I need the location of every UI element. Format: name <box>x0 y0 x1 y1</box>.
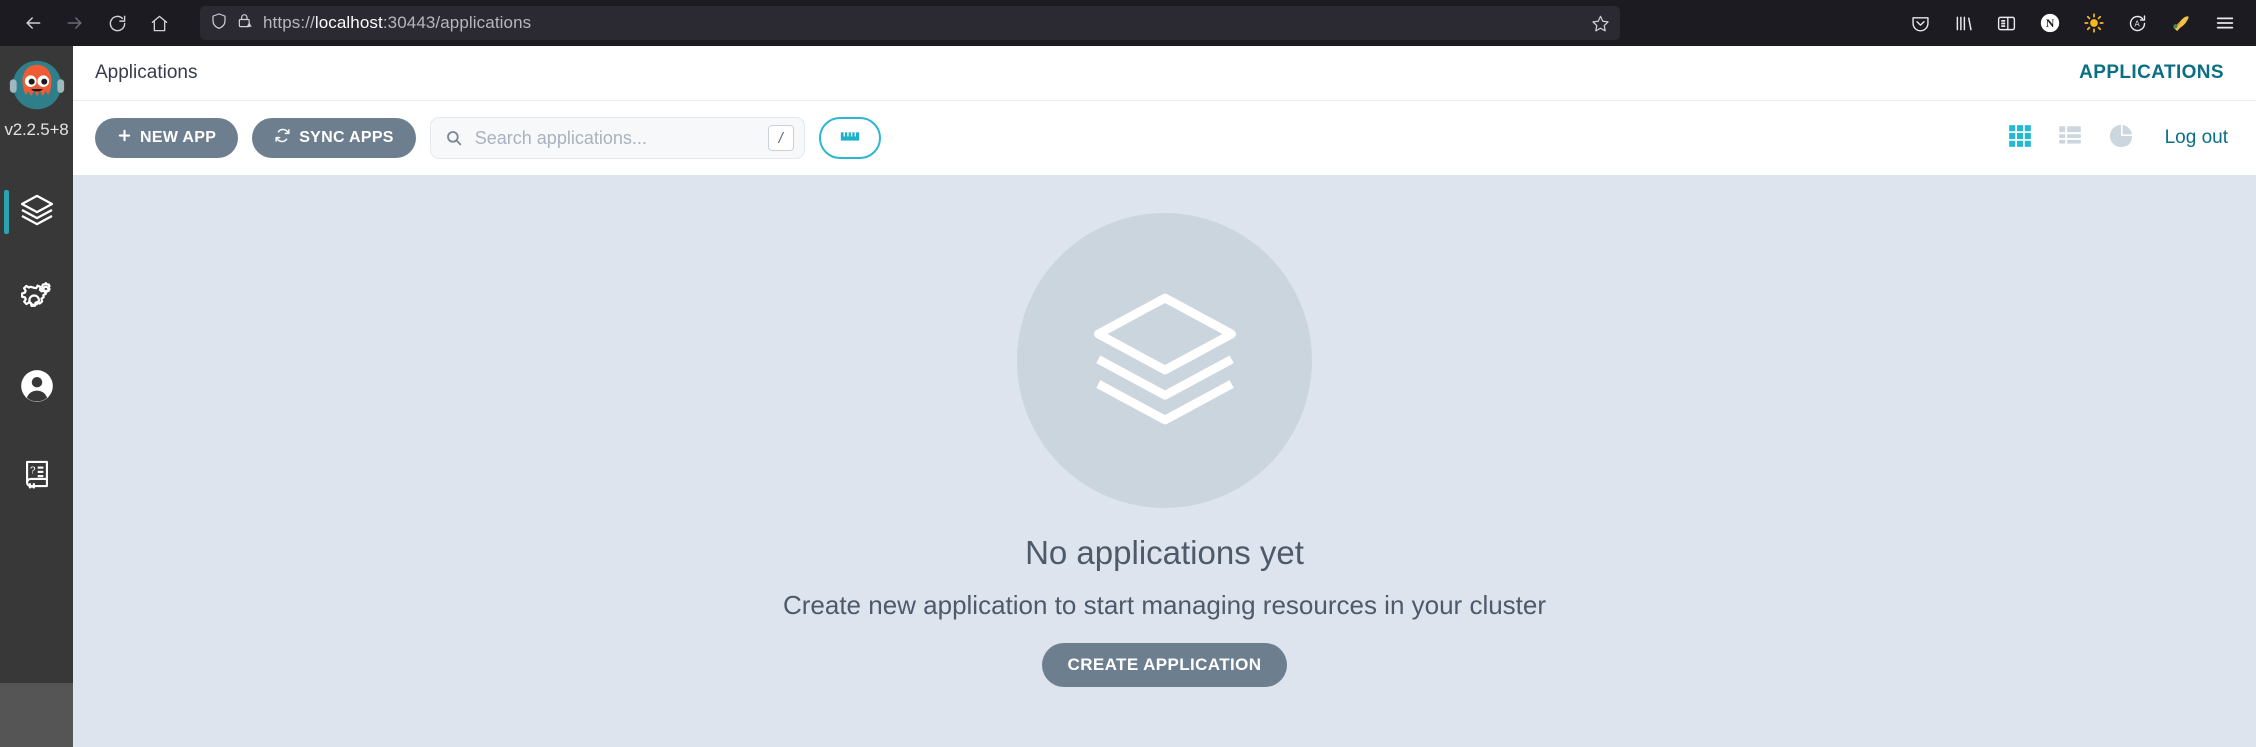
breadcrumb[interactable]: Applications <box>95 62 197 84</box>
theme-sun-icon[interactable] <box>2083 12 2105 34</box>
back-button[interactable] <box>14 6 52 40</box>
lock-warning-icon[interactable] <box>236 12 254 35</box>
list-view-icon[interactable] <box>2057 123 2083 154</box>
pocket-icon[interactable] <box>1910 13 1931 34</box>
filter-ruler-icon <box>839 128 861 149</box>
sidebar: v2.2.5+8 ? <box>0 46 73 747</box>
svg-text:N: N <box>2046 16 2055 30</box>
empty-state-illustration <box>1017 213 1312 508</box>
bookmark-star-icon[interactable] <box>1591 14 1610 33</box>
logout-link[interactable]: Log out <box>2165 127 2228 149</box>
svg-text:?: ? <box>29 465 35 476</box>
sidebar-nav: ? <box>0 168 73 520</box>
tiles-view-icon[interactable] <box>2007 123 2033 154</box>
shield-icon[interactable] <box>210 12 228 35</box>
search-icon <box>445 129 463 147</box>
user-circle-icon <box>18 367 56 410</box>
translate-icon[interactable]: A <box>2127 13 2148 34</box>
page-header: Applications APPLICATIONS <box>73 46 2256 101</box>
sidebar-item-applications[interactable] <box>0 168 73 256</box>
sidebar-version: v2.2.5+8 <box>4 120 69 139</box>
search-input[interactable] <box>474 127 756 149</box>
url-path: :30443/applications <box>382 13 532 32</box>
view-controls: Log out <box>2007 122 2228 155</box>
extension-icon[interactable] <box>2170 12 2192 34</box>
empty-state-title: No applications yet <box>1025 534 1304 571</box>
sync-refresh-icon <box>274 127 291 149</box>
sidebar-brand[interactable]: v2.2.5+8 <box>0 46 73 140</box>
argo-octopus-logo <box>9 60 64 110</box>
argocd-app: v2.2.5+8 ? Applications APPLICATIONS NEW… <box>0 46 2256 747</box>
new-app-label: NEW APP <box>140 129 217 146</box>
filter-toggle-button[interactable] <box>818 117 881 159</box>
sidebar-item-settings[interactable] <box>0 256 73 344</box>
plus-icon <box>117 128 132 148</box>
home-button[interactable] <box>140 6 178 40</box>
sync-apps-button[interactable]: SYNC APPS <box>252 118 416 158</box>
book-icon: ? <box>20 457 54 496</box>
sidebar-icon[interactable] <box>1996 13 2017 34</box>
layers-icon <box>19 192 55 233</box>
notion-extension-icon[interactable]: N <box>2039 12 2061 34</box>
forward-button[interactable] <box>56 6 94 40</box>
browser-toolbar: https://localhost:30443/applications N A <box>0 0 2256 46</box>
create-application-button[interactable]: CREATE APPLICATION <box>1041 643 1288 687</box>
gears-icon <box>18 279 56 322</box>
url-text[interactable]: https://localhost:30443/applications <box>263 13 531 33</box>
sidebar-collapse-area[interactable] <box>0 683 73 747</box>
svg-text:A: A <box>2134 19 2140 28</box>
app-menu-icon[interactable] <box>2214 12 2236 34</box>
summary-pie-view-icon[interactable] <box>2107 122 2135 155</box>
applications-toolbar: NEW APP SYNC APPS Search applications...… <box>73 101 2256 175</box>
new-app-button[interactable]: NEW APP <box>95 118 239 158</box>
library-icon[interactable] <box>1953 13 1974 34</box>
url-host: localhost <box>314 13 383 32</box>
site-identity[interactable] <box>210 12 254 35</box>
search-box[interactable]: / <box>429 117 805 159</box>
url-bar[interactable]: https://localhost:30443/applications <box>200 6 1620 40</box>
reload-button[interactable] <box>98 6 136 40</box>
empty-state-subtitle: Create new application to start managing… <box>782 590 1547 620</box>
search-shortcut-badge: / <box>767 125 794 151</box>
sidebar-item-documentation[interactable]: ? <box>0 432 73 520</box>
sync-apps-label: SYNC APPS <box>299 129 394 146</box>
applications-content: No applications yet Create new applicati… <box>73 175 2256 747</box>
browser-extension-icons: N A <box>1910 12 2242 34</box>
main-column: Applications APPLICATIONS NEW APP SYNC A… <box>73 46 2256 747</box>
layers-stack-icon <box>1085 278 1245 443</box>
sidebar-item-user-info[interactable] <box>0 344 73 432</box>
page-title: APPLICATIONS <box>2079 62 2224 83</box>
